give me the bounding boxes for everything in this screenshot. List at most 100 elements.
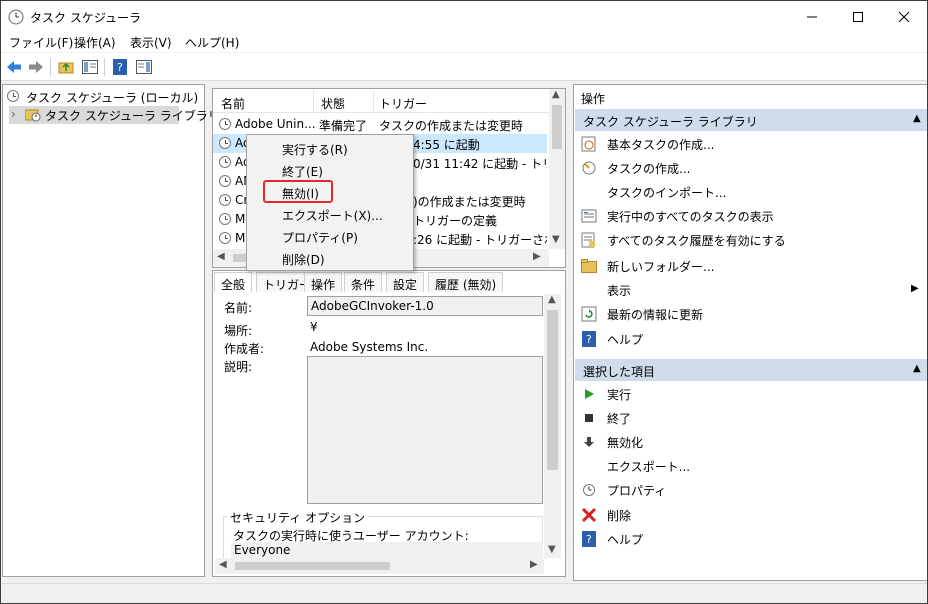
- menu-file[interactable]: ファイル(F): [9, 34, 73, 51]
- run-as-value: Everyone: [234, 543, 291, 557]
- folder-up-icon[interactable]: [57, 58, 75, 76]
- action-run[interactable]: 実行: [579, 383, 919, 405]
- clock-icon: [7, 90, 19, 102]
- action-disable[interactable]: 無効化: [579, 431, 919, 453]
- tab-history[interactable]: 履歴 (無効): [428, 272, 504, 292]
- action-help-selected[interactable]: ? ヘルプ: [579, 528, 919, 550]
- action-create-basic-task[interactable]: 基本タスクの作成...: [579, 133, 919, 155]
- task-list-vertical-scrollbar[interactable]: ▲ ▼: [549, 89, 565, 249]
- task-row[interactable]: Adobe Unin... 準備完了 タスクの作成または変更時: [213, 115, 547, 134]
- tab-settings[interactable]: 設定: [386, 272, 425, 292]
- description-field[interactable]: [307, 356, 543, 504]
- action-label: 実行中のすべてのタスクの表示: [607, 210, 774, 224]
- action-display-running-tasks[interactable]: 実行中のすべてのタスクの表示: [579, 205, 919, 227]
- detail-vertical-scrollbar[interactable]: ▲ ▼: [544, 294, 561, 558]
- menu-help[interactable]: ヘルプ(H): [185, 34, 239, 51]
- folder-icon: [581, 258, 597, 274]
- column-divider: [313, 91, 314, 111]
- action-view[interactable]: 表示 ▶: [579, 279, 919, 301]
- tab-conditions[interactable]: 条件: [344, 272, 383, 292]
- close-button[interactable]: [881, 1, 927, 32]
- name-field[interactable]: AdobeGCInvoker-1.0: [307, 296, 543, 316]
- task-name: M: [235, 231, 246, 245]
- collapse-arrow-icon[interactable]: ▲: [913, 113, 921, 124]
- context-menu-run[interactable]: 実行する(R): [282, 141, 348, 158]
- column-header-name[interactable]: 名前: [221, 95, 245, 112]
- context-menu-properties[interactable]: プロパティ(P): [282, 229, 358, 246]
- action-label: 無効化: [607, 436, 644, 450]
- minimize-button[interactable]: [789, 1, 835, 32]
- clock-icon: [219, 175, 231, 187]
- scroll-up-arrow-icon[interactable]: ▲: [552, 89, 560, 100]
- action-create-task[interactable]: タスクの作成...: [579, 157, 919, 179]
- show-hide-console-tree-icon[interactable]: [81, 58, 99, 76]
- folder-clock-icon: [24, 108, 41, 122]
- action-label: すべてのタスク履歴を有効にする: [607, 234, 786, 248]
- action-delete[interactable]: 削除: [579, 504, 919, 526]
- clock-icon: [219, 194, 231, 206]
- action-label: エクスポート...: [607, 460, 691, 474]
- menu-action[interactable]: 操作(A): [74, 34, 116, 51]
- scrollbar-thumb[interactable]: [552, 105, 562, 149]
- maximize-button[interactable]: [835, 1, 881, 32]
- run-as-field[interactable]: Everyone: [231, 542, 543, 558]
- create-task-icon: [581, 160, 597, 176]
- collapse-arrow-icon[interactable]: ▲: [913, 363, 921, 374]
- delete-x-icon: [581, 507, 597, 523]
- context-menu: 実行する(R) 終了(E) 無効(I) エクスポート(X)... プロパティ(P…: [246, 134, 414, 271]
- svg-text:?: ?: [117, 61, 123, 74]
- scroll-right-arrow-icon[interactable]: ▶: [533, 251, 541, 262]
- action-refresh[interactable]: 最新の情報に更新: [579, 303, 919, 325]
- task-trigger: タスクの作成または変更時: [379, 119, 524, 133]
- actions-section-selected-item[interactable]: 選択した項目 ▲: [575, 359, 927, 381]
- action-label: 表示: [607, 284, 632, 298]
- tab-general[interactable]: 全般: [214, 272, 253, 292]
- action-help[interactable]: ? ヘルプ: [579, 328, 919, 350]
- column-divider: [373, 91, 374, 111]
- down-arrow-icon: [581, 434, 597, 450]
- actions-section-library[interactable]: タスク スケジューラ ライブラリ ▲: [575, 109, 927, 131]
- back-arrow-icon[interactable]: [5, 58, 23, 76]
- scrollbar-thumb[interactable]: [547, 310, 558, 470]
- window-title: タスク スケジューラ: [30, 11, 141, 25]
- action-label: 実行: [607, 388, 632, 402]
- task-trigger: )の作成または変更時: [413, 195, 526, 209]
- console-tree: タスク スケジューラ (ローカル) › タスク スケジューラ ライブラリ: [2, 84, 220, 577]
- action-properties[interactable]: プロパティ: [579, 479, 919, 501]
- scroll-left-arrow-icon[interactable]: ◀: [219, 559, 227, 570]
- task-trigger: :26 に起動 - トリガーされた後: [413, 233, 547, 247]
- action-export[interactable]: エクスポート...: [579, 455, 919, 477]
- task-trigger: 0/31 11:42 に起動 - トリガー: [413, 157, 547, 171]
- action-label: 削除: [607, 509, 632, 523]
- show-hide-action-pane-icon[interactable]: [135, 58, 153, 76]
- action-enable-all-history[interactable]: すべてのタスク履歴を有効にする: [579, 229, 919, 251]
- scroll-down-arrow-icon[interactable]: ▼: [552, 234, 560, 245]
- security-options-label: セキュリティ オプション: [227, 509, 369, 526]
- chevron-right-icon[interactable]: ›: [11, 107, 16, 121]
- forward-arrow-icon[interactable]: [27, 58, 45, 76]
- action-label: タスクの作成...: [607, 162, 691, 176]
- scrollbar-thumb[interactable]: [235, 562, 390, 570]
- column-header-status[interactable]: 状態: [321, 95, 345, 112]
- scroll-down-arrow-icon[interactable]: ▼: [548, 544, 556, 555]
- detail-horizontal-scrollbar[interactable]: ◀ ▶: [215, 558, 544, 574]
- scroll-up-arrow-icon[interactable]: ▲: [548, 294, 556, 305]
- action-end[interactable]: 終了: [579, 407, 919, 429]
- tree-item-library[interactable]: › タスク スケジューラ ライブラリ: [9, 106, 220, 124]
- stop-icon: [581, 410, 597, 426]
- scroll-left-arrow-icon[interactable]: ◀: [217, 251, 225, 262]
- action-new-folder[interactable]: 新しいフォルダー...: [579, 255, 919, 277]
- scroll-right-arrow-icon[interactable]: ▶: [530, 559, 538, 570]
- help-icon[interactable]: ?: [111, 58, 129, 76]
- column-header-trigger[interactable]: トリガー: [379, 95, 427, 112]
- context-menu-export[interactable]: エクスポート(X)...: [282, 207, 383, 224]
- context-menu-delete[interactable]: 削除(D): [282, 251, 325, 268]
- menu-view[interactable]: 表示(V): [130, 34, 172, 51]
- toolbar-separator: [104, 58, 105, 76]
- context-menu-end[interactable]: 終了(E): [282, 163, 323, 180]
- actions-pane-title: 操作: [581, 92, 606, 106]
- context-menu-disable[interactable]: 無効(I): [282, 185, 319, 202]
- tab-actions[interactable]: 操作: [304, 272, 343, 292]
- tree-root[interactable]: タスク スケジューラ (ローカル): [6, 88, 202, 106]
- action-import-task[interactable]: タスクのインポート...: [579, 181, 919, 203]
